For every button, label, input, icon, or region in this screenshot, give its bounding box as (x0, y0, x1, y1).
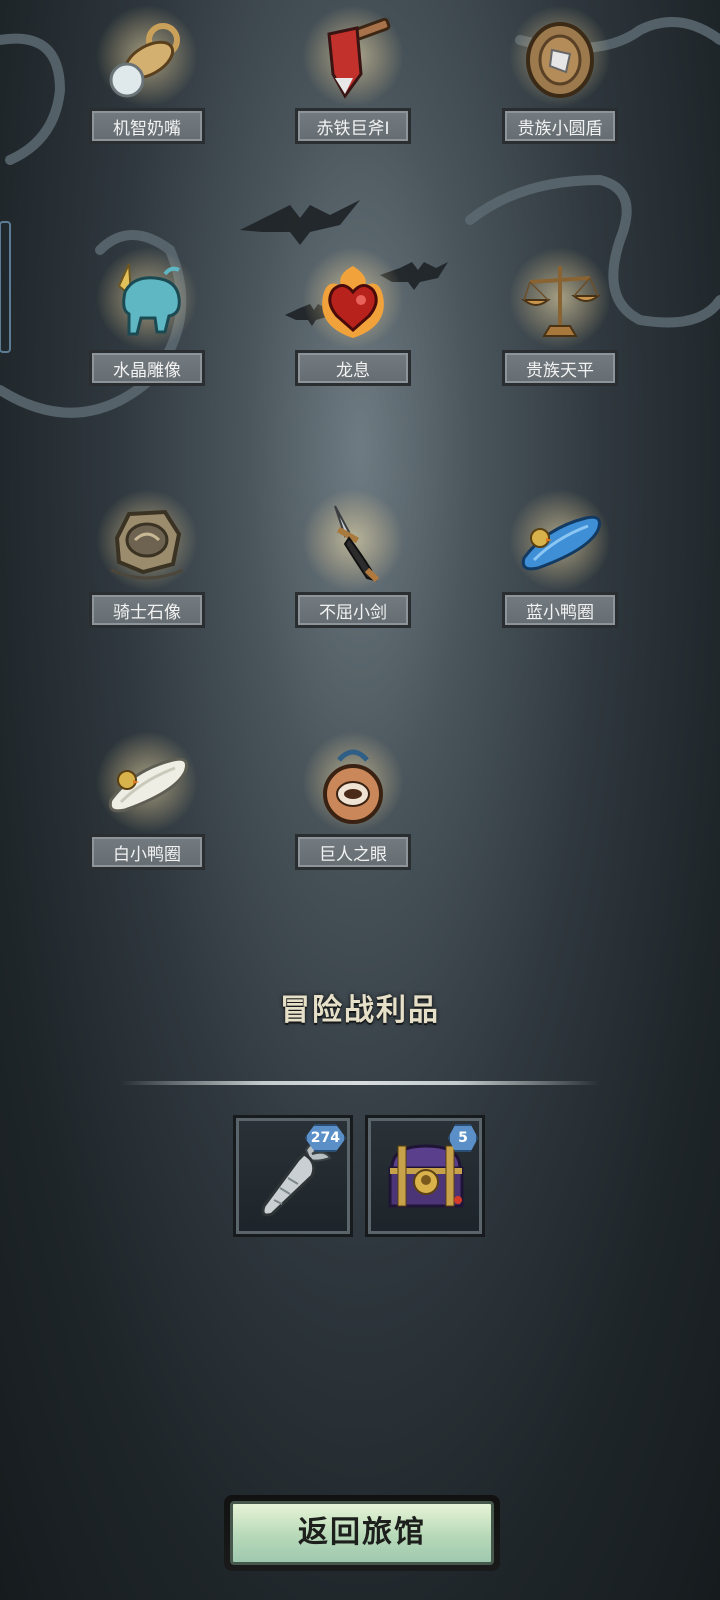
blue-duck-float-icon (521, 515, 601, 571)
relic-item[interactable]: 蓝小鸭圈 (490, 490, 630, 710)
relic-label: 机智奶嘴 (89, 108, 205, 144)
relic-label: 骑士石像 (89, 592, 205, 628)
relic-label: 龙息 (295, 350, 411, 386)
relic-item[interactable]: 机智奶嘴 (77, 6, 217, 226)
pacifier-icon (109, 23, 180, 98)
relic-label: 蓝小鸭圈 (502, 592, 618, 628)
red-axe-icon (327, 17, 391, 99)
round-shield-icon (526, 22, 594, 98)
crystal-rhino-statue-icon (117, 263, 181, 336)
relic-label: 水晶雕像 (89, 350, 205, 386)
relic-item[interactable]: 龙息 (283, 248, 423, 468)
loot-slot-chest[interactable]: 5 (365, 1115, 485, 1237)
relic-item[interactable]: 不屈小剑 (283, 490, 423, 710)
relic-label: 贵族小圆盾 (502, 108, 618, 144)
relic-item[interactable]: 贵族小圆盾 (490, 6, 630, 226)
white-duck-float-icon (108, 757, 188, 813)
relic-item[interactable]: 贵族天平 (490, 248, 630, 468)
loot-title: 冒险战利品 (280, 993, 440, 1028)
relic-label: 不屈小剑 (295, 592, 411, 628)
relic-item[interactable]: 骑士石像 (77, 490, 217, 710)
return-to-inn-button[interactable]: 返回旅馆 (224, 1495, 500, 1571)
relic-item[interactable]: 巨人之眼 (283, 732, 423, 952)
relic-label: 赤铁巨斧I (295, 108, 411, 144)
relic-label: 贵族天平 (502, 350, 618, 386)
relic-label: 白小鸭圈 (89, 834, 205, 870)
loot-slot-carrot[interactable]: 274 (233, 1115, 353, 1237)
divider (120, 1081, 600, 1085)
scales-icon (521, 266, 601, 337)
relic-item[interactable]: 赤铁巨斧I (283, 6, 423, 226)
flaming-heart-icon (322, 266, 384, 338)
short-sword-icon (334, 505, 380, 583)
relic-label: 巨人之眼 (295, 834, 411, 870)
return-button-label: 返回旅馆 (230, 1501, 494, 1565)
relic-item[interactable]: 白小鸭圈 (77, 732, 217, 952)
stone-ring-icon (110, 509, 184, 580)
giant-eye-amulet-icon (323, 749, 383, 824)
relic-item[interactable]: 水晶雕像 (77, 248, 217, 468)
